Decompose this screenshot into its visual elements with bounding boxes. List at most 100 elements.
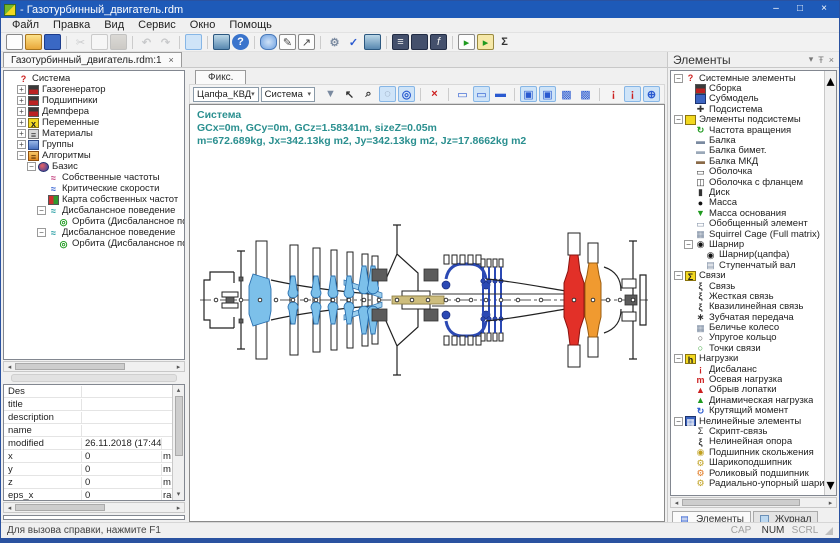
- element-selector[interactable]: Цапфа_КВД ▾: [193, 87, 259, 102]
- paste-icon[interactable]: [110, 34, 127, 50]
- tree-item[interactable]: + Газогенератор: [4, 84, 184, 95]
- element-item[interactable]: − Σ Связи: [671, 270, 824, 280]
- element-item[interactable]: ▬ Балка МКД: [671, 156, 824, 166]
- element-item[interactable]: ▲ Обрыв лопатки: [671, 385, 824, 395]
- menu-item[interactable]: Вид: [97, 19, 131, 31]
- func-doc-icon[interactable]: f: [430, 34, 447, 50]
- pin-red-2-icon[interactable]: ¡: [624, 86, 641, 102]
- element-item[interactable]: ✚ Подсистема: [671, 104, 824, 114]
- expander-icon[interactable]: −: [674, 354, 683, 363]
- tree-item[interactable]: − ≈ Дисбалансное поведение: [4, 227, 184, 238]
- minimize-button[interactable]: –: [764, 2, 788, 17]
- scope-selector[interactable]: Система ▾: [261, 87, 315, 102]
- iso-view-1-icon[interactable]: ▣: [520, 86, 537, 102]
- element-item[interactable]: ↻ Частота вращения: [671, 125, 824, 135]
- resize-grip[interactable]: [825, 527, 833, 535]
- element-item[interactable]: ⚙ Шарикоподшипник: [671, 457, 824, 467]
- element-item[interactable]: ▬ Балка: [671, 135, 824, 145]
- element-item[interactable]: ▲ Динамическая нагрузка: [671, 395, 824, 405]
- property-row[interactable]: Des: [4, 385, 172, 398]
- preview-icon[interactable]: [185, 34, 202, 50]
- element-item[interactable]: ▬ Балка бимет.: [671, 146, 824, 156]
- pin-red-icon[interactable]: ¡: [605, 86, 622, 102]
- expander-icon[interactable]: +: [17, 96, 26, 105]
- menu-item[interactable]: Окно: [183, 19, 223, 31]
- element-item[interactable]: ▭ Обобщенный элемент: [671, 218, 824, 228]
- element-item[interactable]: ¡ Дисбаланс: [671, 364, 824, 374]
- element-item[interactable]: ◉ Шарнир(цапфа): [671, 250, 824, 260]
- element-item[interactable]: m Осевая нагрузка: [671, 374, 824, 384]
- expander-icon[interactable]: −: [674, 417, 683, 426]
- cut-icon[interactable]: ✂: [72, 34, 89, 50]
- tree-item[interactable]: ≈ Критические скорости: [4, 183, 184, 194]
- close-button[interactable]: ×: [812, 2, 836, 17]
- image-view-icon[interactable]: [411, 34, 428, 50]
- expander-icon[interactable]: +: [17, 107, 26, 116]
- tab-close-icon[interactable]: ×: [169, 55, 174, 65]
- panel-close-icon[interactable]: ×: [829, 55, 834, 65]
- tree-item[interactable]: + ≡ Материалы: [4, 128, 184, 139]
- expander-icon[interactable]: −: [674, 115, 683, 124]
- globe-view-icon[interactable]: ⊕: [643, 86, 660, 102]
- element-item[interactable]: Субмодель: [671, 94, 824, 104]
- element-item[interactable]: ⚙ Радиально-упорный шарикоподш: [671, 478, 824, 488]
- run-yellow-icon[interactable]: ▸: [477, 34, 494, 50]
- property-row[interactable]: eps_x 0 rad: [4, 489, 172, 500]
- flat-view-3-icon[interactable]: ▬: [492, 86, 509, 102]
- description-box[interactable]: [3, 515, 185, 520]
- panel-splitter[interactable]: [11, 374, 177, 382]
- tree-item[interactable]: − ≡ Алгоритмы: [4, 150, 184, 161]
- flat-view-1-icon[interactable]: ▭: [454, 86, 471, 102]
- element-item[interactable]: Σ Скрипт-связь: [671, 426, 824, 436]
- check-icon[interactable]: ✓: [345, 34, 362, 50]
- save-file-icon[interactable]: [44, 34, 61, 50]
- new-doc-icon[interactable]: [6, 34, 23, 50]
- iso-view-3-icon[interactable]: ▩: [558, 86, 575, 102]
- element-item[interactable]: ▼ Масса основания: [671, 208, 824, 218]
- element-item[interactable]: ● Масса: [671, 198, 824, 208]
- zoom-tool-icon[interactable]: ⌕: [360, 86, 377, 102]
- tree-hscrollbar[interactable]: ◂▸: [3, 361, 185, 372]
- property-vscrollbar[interactable]: ▴▾: [172, 385, 184, 500]
- iso-view-4-icon[interactable]: ▩: [577, 86, 594, 102]
- help-icon[interactable]: ?: [232, 34, 249, 50]
- menu-item[interactable]: Помощь: [222, 19, 279, 31]
- filter-icon[interactable]: ▼: [322, 86, 339, 102]
- props-doc-icon[interactable]: ≡: [392, 34, 409, 50]
- select-circle-icon[interactable]: ◎: [398, 86, 415, 102]
- pointer-icon[interactable]: ↖: [341, 86, 358, 102]
- element-item[interactable]: − ◉ Шарнир: [671, 239, 824, 249]
- element-item[interactable]: − Элементы подсистемы: [671, 115, 824, 125]
- property-row[interactable]: z 0 m: [4, 476, 172, 489]
- element-item[interactable]: − ▦ Нелинейные элементы: [671, 416, 824, 426]
- tree-item[interactable]: − ≈ Дисбалансное поведение: [4, 205, 184, 216]
- delete-sel-icon[interactable]: ×: [426, 86, 443, 102]
- element-item[interactable]: ξ Связь: [671, 281, 824, 291]
- expander-icon[interactable]: −: [674, 271, 683, 280]
- select-free-icon[interactable]: ◌: [379, 86, 396, 102]
- element-item[interactable]: ⚙ Роликовый подшипник: [671, 468, 824, 478]
- element-item[interactable]: ○ Упругое кольцо: [671, 333, 824, 343]
- element-item[interactable]: ▤ Ступенчатый вал: [671, 260, 824, 270]
- property-hscrollbar[interactable]: ◂▸: [3, 502, 185, 513]
- run-green-icon[interactable]: ▸: [458, 34, 475, 50]
- element-item[interactable]: ◉ Подшипник скольжения: [671, 447, 824, 457]
- menu-item[interactable]: Файл: [5, 19, 46, 31]
- expander-icon[interactable]: −: [684, 240, 693, 249]
- tree-item[interactable]: + Демпфера: [4, 106, 184, 117]
- settings-icon[interactable]: ⚙: [326, 34, 343, 50]
- element-item[interactable]: − ? Системные элементы: [671, 73, 824, 83]
- tree-item[interactable]: Карта собственных частот: [4, 194, 184, 205]
- expander-icon[interactable]: −: [37, 206, 46, 215]
- expander-icon[interactable]: +: [17, 140, 26, 149]
- elements-vscrollbar[interactable]: ▴▾: [824, 71, 836, 495]
- expander-icon[interactable]: +: [17, 118, 26, 127]
- expander-icon[interactable]: +: [17, 129, 26, 138]
- element-item[interactable]: − h Нагрузки: [671, 354, 824, 364]
- tree-item[interactable]: ◎ Орбита (Дисбалансное поведени: [4, 238, 184, 249]
- element-item[interactable]: ↻ Крутящий момент: [671, 406, 824, 416]
- tree-item[interactable]: ? Система: [4, 73, 184, 84]
- element-item[interactable]: ξ Нелинейная опора: [671, 437, 824, 447]
- element-item[interactable]: ∗ Зубчатая передача: [671, 312, 824, 322]
- element-item[interactable]: ξ Жесткая связь: [671, 291, 824, 301]
